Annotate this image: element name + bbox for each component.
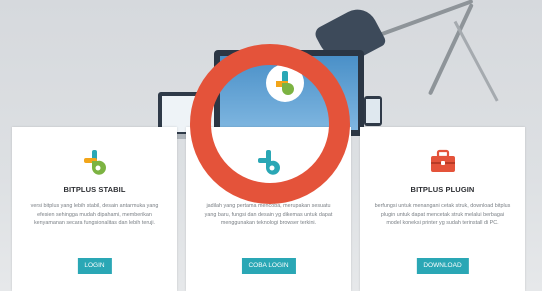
card-description: versi bitplus yang lebih stabil, desain … [30, 203, 159, 227]
bitplus-logo-icon [254, 147, 284, 177]
card-bitplus-plugin: BITPLUS PLUGIN berfungsi untuk menangani… [360, 127, 525, 291]
download-button[interactable]: DOWNLOAD [416, 258, 469, 274]
phone-illustration [364, 96, 382, 126]
card-title: BITPLUS PLUGIN [410, 185, 475, 194]
card-title: BITPLUS STABIL [63, 185, 126, 194]
card-bitplus-stabil: BITPLUS STABIL versi bitplus yang lebih … [12, 127, 177, 291]
card-description: jadilah yang pertama mencoba, merupakan … [204, 203, 333, 227]
bitplus-logo-icon [80, 147, 110, 177]
coba-login-button[interactable]: COBA LOGIN [241, 258, 296, 274]
toolbox-icon [428, 147, 458, 177]
login-button[interactable]: LOGIN [77, 258, 112, 274]
card-title: BITPLUS TERBARU [232, 185, 305, 194]
bitplus-logo-icon [266, 64, 304, 102]
card-description: berfungsi untuk menangani cetak struk, d… [374, 203, 511, 227]
card-bitplus-terbaru: BITPLUS TERBARU jadilah yang pertama men… [186, 127, 351, 291]
